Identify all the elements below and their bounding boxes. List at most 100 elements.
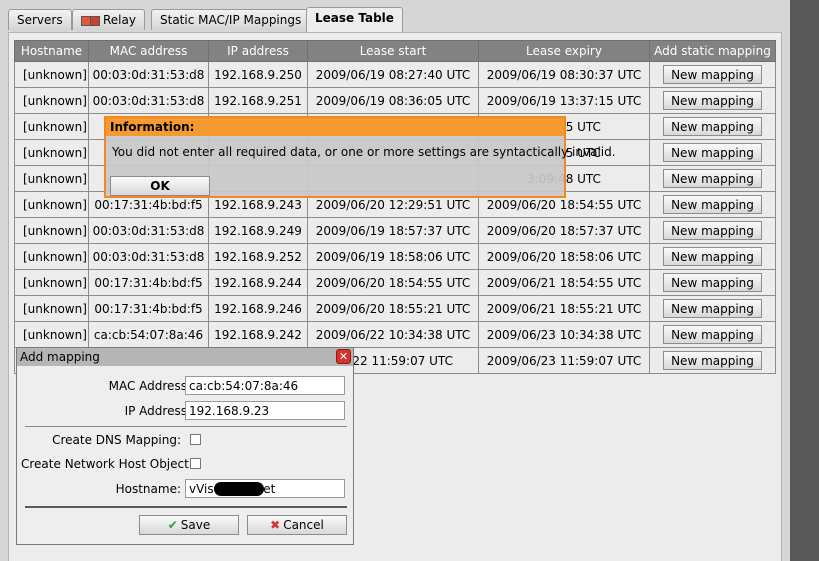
cell-ip: 192.168.9.252 [208, 243, 308, 270]
cell-lease-start: 2009/06/20 18:54:55 UTC [307, 269, 479, 296]
new-mapping-button[interactable]: New mapping [663, 221, 762, 240]
redaction-mark [214, 482, 264, 496]
close-icon: ✖ [270, 518, 281, 532]
check-icon: ✔ [167, 518, 178, 532]
new-mapping-button[interactable]: New mapping [663, 299, 762, 318]
lease-table-body: [unknown] 00:03:0d:31:53:d8 192.168.9.250 2… [14, 61, 776, 374]
cell-add-mapping: New mapping [649, 321, 776, 348]
cell-ip: 192.168.9.244 [208, 269, 308, 296]
mac-label: MAC Address: [108, 379, 191, 393]
mac-address-field[interactable] [185, 376, 345, 395]
table-header-row: Hostname MAC address IP address Lease st… [14, 40, 776, 62]
cell-hostname: [unknown] [14, 217, 89, 244]
cell-hostname: [unknown] [14, 269, 89, 296]
cell-mac: 00:03:0d:31:53:d8 [88, 87, 209, 114]
cell-add-mapping: New mapping [649, 61, 776, 88]
cell-add-mapping: New mapping [649, 295, 776, 322]
col-mac: MAC address [88, 40, 209, 62]
cell-add-mapping: New mapping [649, 87, 776, 114]
cell-add-mapping: New mapping [649, 191, 776, 218]
window-edge [790, 0, 819, 561]
cell-lease-start: 2009/06/19 08:36:05 UTC [307, 87, 479, 114]
cell-lease-start: 2009/06/19 08:27:40 UTC [307, 61, 479, 88]
cell-add-mapping: New mapping [649, 217, 776, 244]
cell-ip: 192.168.9.242 [208, 321, 308, 348]
cell-lease-start: 2009/06/19 18:57:37 UTC [307, 217, 479, 244]
cell-mac: 00:03:0d:31:53:d8 [88, 61, 209, 88]
host-object-label: Create Network Host Object: [21, 457, 193, 471]
cell-lease-expiry: 2009/06/21 18:54:55 UTC [478, 269, 650, 296]
cell-mac: 00:17:31:4b:bd:f5 [88, 269, 209, 296]
cancel-button[interactable]: ✖ Cancel [247, 515, 347, 535]
dns-mapping-label: Create DNS Mapping: [52, 433, 181, 447]
lease-table: Hostname MAC address IP address Lease st… [14, 40, 776, 374]
cell-mac: 00:03:0d:31:53:d8 [88, 243, 209, 270]
table-row: [unknown] ca:cb:54:07:8a:46 192.168.9.242 2… [14, 321, 776, 348]
new-mapping-button[interactable]: New mapping [663, 325, 762, 344]
ip-label: IP Address: [124, 404, 191, 418]
divider [25, 426, 347, 427]
cell-ip: 192.168.9.246 [208, 295, 308, 322]
new-mapping-button[interactable]: New mapping [663, 351, 762, 370]
cell-lease-expiry: 2009/06/21 18:55:21 UTC [478, 295, 650, 322]
new-mapping-button[interactable]: New mapping [663, 247, 762, 266]
cell-lease-expiry: 2009/06/19 13:37:15 UTC [478, 87, 650, 114]
cell-hostname: [unknown] [14, 61, 89, 88]
cell-ip: 192.168.9.249 [208, 217, 308, 244]
hostname-field[interactable] [185, 479, 345, 498]
tab-relay[interactable]: Relay [72, 9, 145, 30]
cell-hostname: [unknown] [14, 191, 89, 218]
tab-lease-table[interactable]: Lease Table [306, 7, 403, 32]
col-lease-start: Lease start [307, 40, 479, 62]
cell-hostname: [unknown] [14, 139, 89, 166]
information-dialog: Information: You did not enter all requi… [104, 116, 616, 198]
new-mapping-button[interactable]: New mapping [663, 195, 762, 214]
cell-ip: 192.168.9.251 [208, 87, 308, 114]
ok-button[interactable]: OK [110, 176, 210, 196]
table-row: [unknown] 00:03:0d:31:53:d8 192.168.9.252 2… [14, 243, 776, 270]
col-lease-expiry: Lease expiry [478, 40, 650, 62]
cell-lease-expiry: 2009/06/23 11:59:07 UTC [478, 347, 650, 374]
cell-hostname: [unknown] [14, 243, 89, 270]
cell-add-mapping: New mapping [649, 139, 776, 166]
dialog-message: You did not enter all required data, or … [112, 145, 616, 159]
dialog-title: Add mapping ✕ [17, 348, 353, 366]
cell-mac: 00:17:31:4b:bd:f5 [88, 295, 209, 322]
cell-hostname: [unknown] [14, 113, 89, 140]
new-mapping-button[interactable]: New mapping [663, 169, 762, 188]
cell-add-mapping: New mapping [649, 113, 776, 140]
add-mapping-dialog: Add mapping ✕ MAC Address: IP Address: C… [16, 347, 354, 545]
ip-address-field[interactable] [185, 401, 345, 420]
cell-lease-expiry: 2009/06/20 18:57:37 UTC [478, 217, 650, 244]
cell-lease-start: 2009/06/22 10:34:38 UTC [307, 321, 479, 348]
cell-hostname: [unknown] [14, 295, 89, 322]
tab-static-mappings[interactable]: Static MAC/IP Mappings [151, 9, 311, 30]
new-mapping-button[interactable]: New mapping [663, 117, 762, 136]
cell-add-mapping: New mapping [649, 165, 776, 192]
table-row: [unknown] 00:17:31:4b:bd:f5 192.168.9.244 2… [14, 269, 776, 296]
cell-mac: 00:03:0d:31:53:d8 [88, 217, 209, 244]
cell-lease-start: 2009/06/19 18:58:06 UTC [307, 243, 479, 270]
cell-lease-start: 2009/06/20 18:55:21 UTC [307, 295, 479, 322]
col-ip: IP address [208, 40, 308, 62]
cell-hostname: [unknown] [14, 87, 89, 114]
cell-ip: 192.168.9.250 [208, 61, 308, 88]
cell-add-mapping: New mapping [649, 347, 776, 374]
close-icon[interactable]: ✕ [336, 349, 351, 364]
cell-lease-expiry: 2009/06/19 08:30:37 UTC [478, 61, 650, 88]
host-object-checkbox[interactable] [190, 458, 201, 469]
cell-add-mapping: New mapping [649, 243, 776, 270]
new-mapping-button[interactable]: New mapping [663, 65, 762, 84]
col-hostname: Hostname [14, 40, 89, 62]
dialog-title: Information: [106, 118, 564, 136]
new-mapping-button[interactable]: New mapping [663, 143, 762, 162]
save-button[interactable]: ✔ Save [139, 515, 239, 535]
col-add-mapping: Add static mapping [649, 40, 776, 62]
tab-servers[interactable]: Servers [8, 9, 72, 30]
table-row: [unknown] 00:03:0d:31:53:d8 192.168.9.251 2… [14, 87, 776, 114]
new-mapping-button[interactable]: New mapping [663, 91, 762, 110]
hostname-label: Hostname: [115, 482, 181, 496]
new-mapping-button[interactable]: New mapping [663, 273, 762, 292]
cell-add-mapping: New mapping [649, 269, 776, 296]
dns-mapping-checkbox[interactable] [190, 434, 201, 445]
